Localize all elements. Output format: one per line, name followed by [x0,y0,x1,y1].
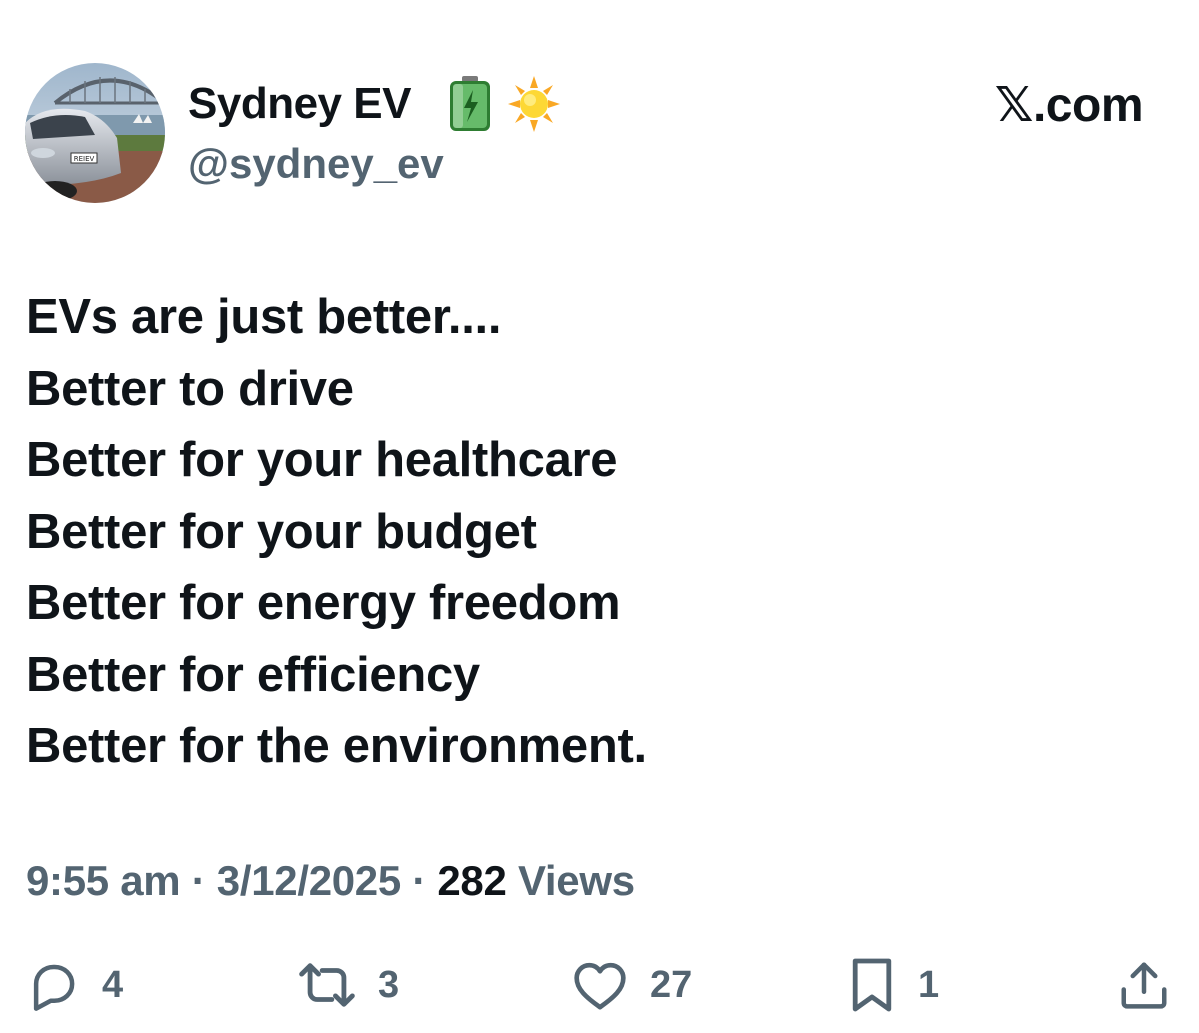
reply-icon [26,958,80,1012]
battery-emoji-icon [442,74,498,134]
post-line: Better for the environment. [26,719,647,773]
sun-emoji-icon [506,74,562,134]
avatar[interactable]: REIEV [25,63,165,203]
share-button[interactable] [1117,950,1171,1020]
like-count: 27 [650,964,693,1006]
post-meta: 9:55 am · 3/12/2025 · 282 Views [26,852,635,910]
repost-icon [298,958,356,1012]
views-count: 282 [437,857,507,904]
post-line: Better for efficiency [26,647,480,702]
heart-icon [572,958,628,1012]
bookmark-icon [848,956,896,1014]
action-bar: 4 3 27 1 [0,950,1199,1020]
display-name[interactable]: Sydney EV [188,74,411,134]
repost-button[interactable]: 3 [298,950,399,1020]
bookmark-button[interactable]: 1 [848,950,939,1020]
repost-count: 3 [378,964,400,1006]
author-handle[interactable]: @sydney_ev [188,136,444,192]
reply-button[interactable]: 4 [26,950,123,1020]
post-time[interactable]: 9:55 am [26,857,181,904]
share-icon [1117,958,1171,1012]
views-label: Views [517,857,635,904]
meta-separator: · [191,857,206,904]
post-line: Better for your budget [26,504,537,559]
post-line: Better to drive [26,361,354,416]
reply-count: 4 [102,964,124,1006]
svg-text:REIEV: REIEV [74,155,95,163]
bookmark-count: 1 [918,964,940,1006]
x-brand-logo: 𝕏.com [994,79,1144,132]
meta-separator: · [412,857,426,904]
post-line: Better for your healthcare [26,433,618,487]
post-line: EVs are just better.... [26,290,502,344]
post-line: Better for energy freedom [26,576,621,630]
post-text: EVs are just better.... Better to drive … [26,282,1166,783]
post-date[interactable]: 3/12/2025 [217,857,401,904]
like-button[interactable]: 27 [572,950,692,1020]
